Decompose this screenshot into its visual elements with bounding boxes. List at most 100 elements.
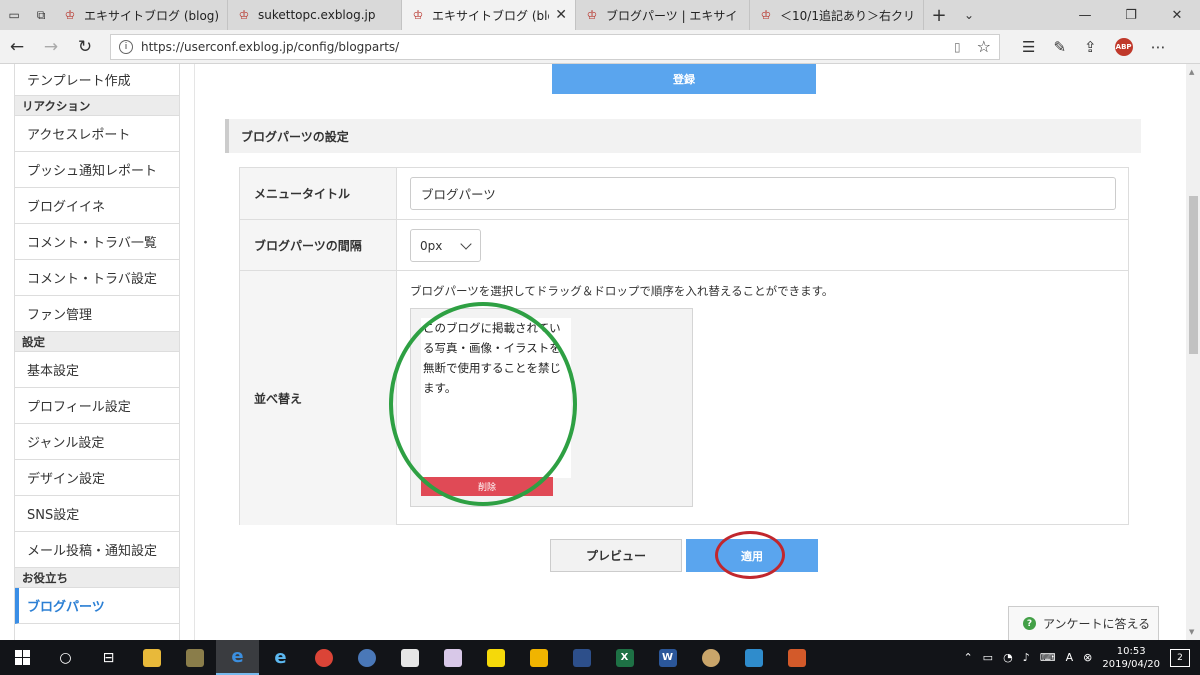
sidebar-item-blog-iine[interactable]: ブログイイネ [15, 188, 179, 224]
scroll-up-icon[interactable]: ▲ [1189, 68, 1194, 76]
question-icon: ? [1023, 617, 1036, 630]
sidebar-item-profile-settings[interactable]: プロフィール設定 [15, 388, 179, 424]
tab-4[interactable]: ♔ ブログパーツ | エキサイトブログ [576, 0, 750, 30]
favorites-hub-icon[interactable]: ☰ [1022, 38, 1035, 56]
sidebar-item-basic-settings[interactable]: 基本設定 [15, 352, 179, 388]
close-circle-icon[interactable]: ⊗ [1083, 651, 1092, 664]
paint-icon[interactable] [431, 640, 474, 675]
tab-5[interactable]: ♔ ＜10/1追記あり＞右クリックを [750, 0, 924, 30]
sidebar-item-comment-settings[interactable]: コメント・トラバ設定 [15, 260, 179, 296]
volume-icon[interactable]: ♪ [1023, 651, 1030, 664]
back-icon[interactable]: ← [0, 37, 34, 57]
system-tray: ⌃ ▭ ◔ ♪ ⌨ A ⊗ 10:53 2019/04/20 2 [963, 645, 1200, 671]
chrome-icon[interactable] [302, 640, 345, 675]
clock-date: 2019/04/20 [1102, 658, 1160, 670]
survey-button[interactable]: ? アンケートに答える [1008, 606, 1159, 640]
chevron-up-icon[interactable]: ⌃ [963, 651, 972, 664]
sidebar-item-access-report[interactable]: アクセスレポート [15, 116, 179, 152]
sidebar-item-mail-settings[interactable]: メール投稿・通知設定 [15, 532, 179, 568]
tab-list-icon[interactable]: ▭ [9, 8, 20, 22]
battery-icon[interactable]: ▭ [983, 651, 993, 664]
clock[interactable]: 10:53 2019/04/20 [1102, 645, 1160, 671]
section-title: ブログパーツの設定 [225, 119, 1141, 153]
sticky-notes-icon[interactable] [474, 640, 517, 675]
sort-label: 並べ替え [240, 271, 397, 525]
sidebar-item-template[interactable]: テンプレート作成 [15, 64, 179, 96]
sidebar-item-design-settings[interactable]: デザイン設定 [15, 460, 179, 496]
preview-button[interactable]: プレビュー [550, 539, 682, 572]
keyboard-icon[interactable]: ⌨ [1040, 651, 1056, 664]
blog-parts-form: メニュータイトル ブログパーツ ブログパーツの間隔 0px 並べ替え ブログパー… [239, 167, 1129, 525]
excite-favicon-icon: ♔ [64, 8, 76, 22]
sidebar-item-fan-management[interactable]: ファン管理 [15, 296, 179, 332]
blog-parts-drop-area[interactable]: このブログに掲載されている写真・画像・イラストを無断で使用することを禁じます。 … [410, 308, 693, 507]
sidebar-item-push-report[interactable]: プッシュ通知レポート [15, 152, 179, 188]
web-page: テンプレート作成 リアクション アクセスレポート プッシュ通知レポート ブログイ… [0, 64, 1200, 640]
sidebar-header-settings: 設定 [15, 332, 179, 352]
blog-part-card[interactable]: このブログに掲載されている写真・画像・イラストを無断で使用することを禁じます。 [421, 318, 571, 478]
main-content: 登録 ブログパーツの設定 メニュータイトル ブログパーツ ブログパーツの間隔 0… [194, 64, 1172, 640]
tab-3-active[interactable]: ♔ エキサイトブログ (blog)|ブロ ✕ [402, 0, 576, 30]
set-aside-tabs-icon[interactable]: ⧉ [37, 8, 46, 23]
scrollbar-thumb[interactable] [1189, 196, 1198, 354]
tab-1[interactable]: ♔ エキサイトブログ (blog)|新規投 [54, 0, 228, 30]
navigation-bar: ← → ↻ i https://userconf.exblog.jp/confi… [0, 30, 1200, 64]
yellow-app-icon[interactable] [517, 640, 560, 675]
sidebar-item-genre-settings[interactable]: ジャンル設定 [15, 424, 179, 460]
close-tab-icon[interactable]: ✕ [555, 7, 567, 23]
wifi-icon[interactable]: ◔ [1003, 651, 1013, 664]
excel-icon[interactable]: X [603, 640, 646, 675]
spacing-select[interactable]: 0px [410, 229, 481, 262]
forward-icon[interactable]: → [34, 37, 68, 57]
settings-sidebar: テンプレート作成 リアクション アクセスレポート プッシュ通知レポート ブログイ… [14, 64, 180, 640]
share-icon[interactable]: ⇪ [1084, 38, 1097, 56]
paint-palette-icon[interactable] [689, 640, 732, 675]
restore-icon[interactable]: ❐ [1108, 0, 1154, 30]
globe-app-icon[interactable] [345, 640, 388, 675]
tab-2[interactable]: ♔ sukettopc.exblog.jp [228, 0, 402, 30]
window-close-icon[interactable]: ✕ [1154, 0, 1200, 30]
store-icon[interactable] [388, 640, 431, 675]
reading-view-icon[interactable]: ▯ [954, 40, 961, 54]
toolbox-icon[interactable] [775, 640, 818, 675]
word-icon[interactable]: W [646, 640, 689, 675]
browser-toolbar: ☰ ✎ ⇪ ABP ⋯ [1022, 37, 1166, 56]
sidebar-item-sns-settings[interactable]: SNS設定 [15, 496, 179, 532]
new-tab-icon[interactable]: + [924, 0, 954, 30]
scroll-down-icon[interactable]: ▼ [1189, 628, 1194, 636]
page-scrollbar[interactable]: ▲ ▼ [1186, 64, 1200, 640]
minimize-icon[interactable]: — [1062, 0, 1108, 30]
windows-start-icon[interactable] [0, 640, 44, 675]
edge-icon[interactable]: e [216, 640, 259, 675]
excite-favicon-icon: ♔ [760, 8, 772, 22]
internet-explorer-icon[interactable]: e [259, 640, 302, 675]
address-bar[interactable]: i https://userconf.exblog.jp/config/blog… [110, 33, 1000, 60]
notification-center-icon[interactable]: 2 [1170, 648, 1190, 667]
image-app-icon[interactable] [732, 640, 775, 675]
spacing-label: ブログパーツの間隔 [240, 220, 397, 270]
adblock-plus-icon[interactable]: ABP [1114, 37, 1133, 56]
menu-title-input[interactable]: ブログパーツ [410, 177, 1116, 210]
calculator-app-icon[interactable] [560, 640, 603, 675]
delete-button[interactable]: 削除 [421, 477, 553, 496]
store-like-icon[interactable] [173, 640, 216, 675]
favorite-star-icon[interactable]: ☆ [977, 37, 991, 56]
cortana-search-icon[interactable]: ○ [44, 640, 87, 675]
register-button[interactable]: 登録 [552, 64, 816, 94]
sidebar-item-comment-list[interactable]: コメント・トラバ一覧 [15, 224, 179, 260]
tab-preview-chevron-icon[interactable]: ⌄ [954, 0, 984, 30]
ime-indicator[interactable]: A [1066, 651, 1074, 664]
menu-title-label: メニュータイトル [240, 168, 397, 219]
apply-button[interactable]: 適用 [686, 539, 818, 572]
more-icon[interactable]: ⋯ [1151, 38, 1166, 56]
file-explorer-icon[interactable] [130, 640, 173, 675]
refresh-icon[interactable]: ↻ [68, 37, 102, 57]
pen-notes-icon[interactable]: ✎ [1053, 38, 1066, 56]
sidebar-item-blog-parts[interactable]: ブログパーツ [15, 588, 179, 624]
url-text[interactable]: https://userconf.exblog.jp/config/blogpa… [141, 40, 948, 54]
task-view-icon[interactable]: ⊟ [87, 640, 130, 675]
menu-title-row: メニュータイトル ブログパーツ [240, 168, 1128, 220]
excite-favicon-icon: ♔ [238, 8, 250, 22]
tab-actions: ▭ ⧉ [0, 0, 54, 30]
site-info-icon[interactable]: i [119, 39, 133, 54]
